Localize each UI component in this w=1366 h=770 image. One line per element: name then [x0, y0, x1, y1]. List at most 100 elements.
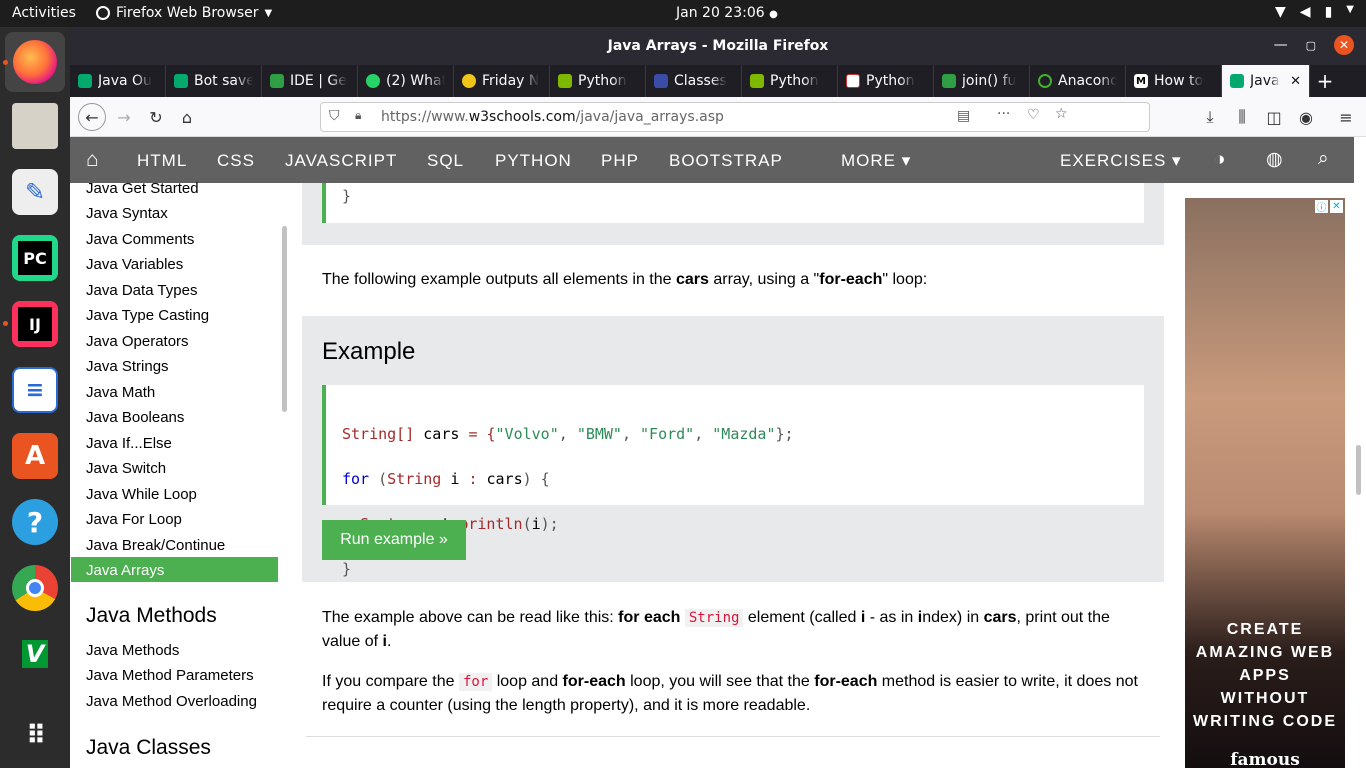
dock: ✎ PC IJ ≡ A ? V ⠿	[0, 27, 70, 768]
globe-icon[interactable]: ◍	[1266, 148, 1284, 171]
downloads-button[interactable]: ⤓	[1198, 105, 1222, 129]
page-scrollbar[interactable]	[1356, 445, 1361, 495]
tab[interactable]: (2) What	[358, 65, 454, 97]
tab[interactable]: Classes	[646, 65, 742, 97]
dock-software[interactable]: A	[12, 433, 58, 479]
sidebar-item[interactable]: Java Get Started	[86, 180, 199, 200]
ad-banner[interactable]: ⓘ ✕ CREATE AMAZING WEB APPS WITHOUT WRIT…	[1185, 198, 1345, 770]
sidebar-item[interactable]: Java While Loop	[86, 486, 197, 506]
system-top-bar: Activities Firefox Web Browser ▼ Jan 20 …	[0, 0, 1366, 27]
tab[interactable]: M How to	[1126, 65, 1222, 97]
tab[interactable]: Anaconda	[1030, 65, 1126, 97]
nav-bootstrap[interactable]: BOOTSTRAP	[669, 151, 783, 171]
tab[interactable]: join() fu	[934, 65, 1030, 97]
window-title: Java Arrays - Mozilla Firefox	[607, 38, 829, 54]
nav-css[interactable]: CSS	[217, 151, 255, 171]
nav-html[interactable]: HTML	[137, 151, 187, 171]
dock-firefox[interactable]	[5, 32, 65, 92]
forward-button[interactable]: →	[112, 105, 136, 129]
sidebar-item[interactable]: Java Syntax	[86, 205, 168, 225]
home-icon[interactable]: ⌂	[86, 148, 100, 172]
sidebar-item[interactable]: Java Break/Continue	[86, 537, 225, 557]
bookmark-star-icon[interactable]: ☆	[1055, 106, 1068, 122]
nav-php[interactable]: PHP	[601, 151, 639, 171]
nav-more[interactable]: MORE ▾	[841, 151, 911, 171]
sidebar-item[interactable]: Java Type Casting	[86, 307, 209, 327]
page-actions-icon[interactable]: ···	[997, 106, 1010, 122]
activities-button[interactable]: Activities	[12, 5, 76, 21]
hamburger-icon: ≡	[1339, 107, 1353, 127]
tab[interactable]: IDE | Ge	[262, 65, 358, 97]
dock-text-editor[interactable]: ✎	[12, 169, 58, 215]
nav-sql[interactable]: SQL	[427, 151, 464, 171]
pocket-icon[interactable]: ♡	[1027, 107, 1040, 123]
sidebar-item[interactable]: Java Method Overloading	[86, 693, 257, 713]
sidebar-item[interactable]: Java Method Parameters	[86, 667, 254, 687]
dock-intellij[interactable]: IJ	[12, 301, 58, 347]
sidebar-item[interactable]: Java Data Types	[86, 282, 197, 302]
tab[interactable]: Python	[550, 65, 646, 97]
theme-toggle-icon[interactable]: ◑	[1214, 149, 1226, 171]
minimize-icon[interactable]: —	[1274, 37, 1288, 53]
reload-button[interactable]: ↻	[144, 105, 168, 129]
dock-vim[interactable]: V	[12, 631, 58, 677]
run-example-button[interactable]: Run example »	[322, 520, 466, 560]
dock-show-apps[interactable]: ⠿	[12, 713, 58, 759]
code-token: "Ford"	[640, 424, 695, 443]
tab[interactable]: Java Ou	[70, 65, 166, 97]
tracking-shield-icon[interactable]: ⛉	[329, 108, 340, 124]
main-content: } The following example outputs all elem…	[290, 183, 1176, 768]
tab[interactable]: Python	[742, 65, 838, 97]
sidebar-item[interactable]: Java Operators	[86, 333, 189, 353]
arrow-right-icon: →	[117, 107, 131, 127]
sidebar-item[interactable]: Java Math	[86, 384, 155, 404]
ad-close-icon[interactable]: ✕	[1330, 200, 1343, 213]
url-bar[interactable]: ⛉ 🔒︎ https://www.w3schools.com/java/java…	[320, 102, 1150, 132]
tab[interactable]: Bot save	[166, 65, 262, 97]
nav-exercises[interactable]: EXERCISES ▾	[1060, 151, 1182, 171]
nav-javascript[interactable]: JAVASCRIPT	[285, 151, 397, 171]
app-menu[interactable]: Firefox Web Browser ▼	[96, 5, 272, 21]
search-icon[interactable]: ⌕	[1318, 148, 1330, 170]
sidebar-scrollbar[interactable]	[282, 226, 287, 412]
sidebar-item[interactable]: Java Variables	[86, 256, 183, 276]
reader-view-icon[interactable]: ▤	[957, 108, 970, 124]
sidebar-button[interactable]: ◫	[1262, 105, 1286, 129]
sidebar-item-active[interactable]: Java Arrays	[86, 562, 164, 582]
sidebar-item[interactable]: Java If...Else	[86, 435, 172, 455]
code-line-4: }	[342, 558, 1144, 581]
clock[interactable]: Jan 20 23:06 ●	[676, 5, 778, 21]
new-tab-button[interactable]: +	[1310, 65, 1340, 97]
dock-chrome[interactable]	[12, 565, 58, 611]
dock-files[interactable]	[12, 103, 58, 149]
dock-help[interactable]: ?	[12, 499, 58, 545]
close-window-button[interactable]: ✕	[1334, 35, 1354, 55]
dock-pycharm[interactable]: PC	[12, 235, 58, 281]
account-button[interactable]: ◉	[1294, 105, 1318, 129]
menu-button[interactable]: ≡	[1334, 105, 1358, 129]
tab-active[interactable]: Java ✕	[1222, 65, 1310, 97]
close-tab-icon[interactable]: ✕	[1290, 74, 1301, 89]
nav-python[interactable]: PYTHON	[495, 151, 572, 171]
bold-text: cars	[675, 271, 709, 288]
library-button[interactable]: ⫼	[1230, 105, 1254, 129]
home-button[interactable]: ⌂	[175, 105, 199, 129]
window-title-bar: Java Arrays - Mozilla Firefox — ▢ ✕	[70, 27, 1366, 65]
tab[interactable]: Friday N	[454, 65, 550, 97]
sidebar-item[interactable]: Java Switch	[86, 460, 166, 480]
ad-info-icon[interactable]: ⓘ	[1315, 200, 1328, 214]
tab[interactable]: Python	[838, 65, 934, 97]
text: loop, you will see that the	[625, 673, 815, 690]
code-token: "BMW"	[576, 424, 622, 443]
dock-writer[interactable]: ≡	[12, 367, 58, 413]
sidebar-item[interactable]: Java Strings	[86, 358, 169, 378]
lock-icon[interactable]: 🔒︎	[355, 108, 361, 123]
back-button[interactable]: ←	[78, 103, 106, 131]
sidebar-item[interactable]: Java Booleans	[86, 409, 184, 429]
sidebar-item[interactable]: Java Comments	[86, 231, 194, 251]
system-tray[interactable]: ▼ ◀ ▮ ▼	[1275, 4, 1354, 20]
sidebar-item[interactable]: Java For Loop	[86, 511, 182, 531]
maximize-icon[interactable]: ▢	[1306, 39, 1316, 52]
battery-icon: ▮	[1324, 4, 1333, 20]
sidebar-item[interactable]: Java Methods	[86, 642, 179, 662]
